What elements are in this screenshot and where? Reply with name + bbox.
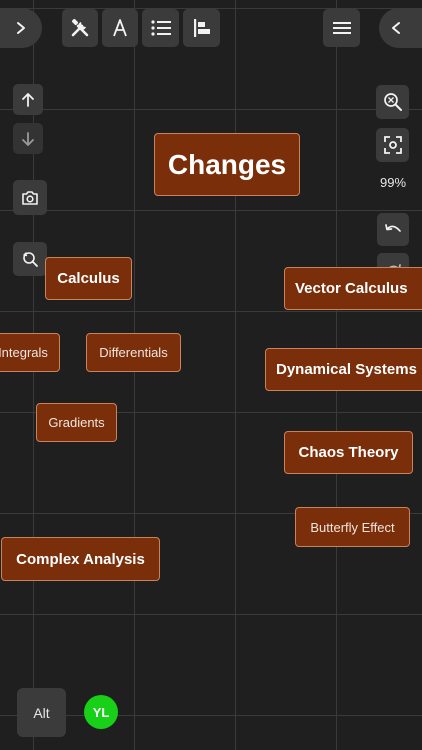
camera-icon bbox=[22, 190, 38, 205]
list-button[interactable] bbox=[142, 9, 179, 47]
node-vector-calculus[interactable]: Vector Calculus bbox=[284, 267, 422, 310]
node-label: Dynamical Systems bbox=[276, 361, 417, 378]
node-label: Integrals bbox=[0, 345, 48, 360]
mind-map-canvas[interactable]: 99% Changes Calculus Vector Calculus Int… bbox=[0, 0, 422, 750]
chevron-right-icon bbox=[17, 22, 25, 34]
zoom-level-label: 99% bbox=[380, 175, 407, 190]
alt-key-button[interactable]: Alt bbox=[17, 688, 66, 737]
node-complex-analysis[interactable]: Complex Analysis bbox=[1, 537, 160, 581]
alt-label: Alt bbox=[33, 704, 50, 721]
tools-icon bbox=[71, 18, 89, 37]
menu-icon bbox=[332, 22, 351, 34]
tools-button[interactable] bbox=[62, 9, 98, 47]
user-avatar[interactable]: YL bbox=[84, 695, 118, 729]
align-left-icon bbox=[193, 19, 210, 37]
text-icon bbox=[113, 19, 127, 37]
node-differentials[interactable]: Differentials bbox=[86, 333, 181, 372]
node-changes[interactable]: Changes bbox=[154, 133, 300, 196]
node-label: Gradients bbox=[48, 415, 105, 430]
zoom-fit-button[interactable] bbox=[376, 85, 409, 119]
focus-center-button[interactable] bbox=[376, 128, 409, 162]
node-label: Complex Analysis bbox=[16, 550, 145, 568]
avatar-initials: YL bbox=[92, 704, 110, 720]
arrow-down-icon bbox=[22, 131, 34, 146]
search-refresh-icon bbox=[23, 252, 38, 267]
expand-left-panel-button[interactable] bbox=[0, 8, 42, 48]
node-calculus[interactable]: Calculus bbox=[45, 257, 132, 300]
node-gradients[interactable]: Gradients bbox=[36, 403, 117, 442]
node-butterfly-effect[interactable]: Butterfly Effect bbox=[295, 507, 410, 547]
focus-frame-icon bbox=[383, 136, 402, 154]
move-down-button[interactable] bbox=[13, 123, 43, 154]
node-label: Vector Calculus bbox=[295, 280, 408, 297]
main-menu-button[interactable] bbox=[323, 9, 360, 47]
node-chaos-theory[interactable]: Chaos Theory bbox=[284, 431, 413, 474]
list-icon bbox=[150, 20, 171, 36]
move-up-button[interactable] bbox=[13, 84, 43, 115]
node-label: Differentials bbox=[99, 345, 168, 360]
undo-icon bbox=[385, 223, 401, 232]
node-label: Calculus bbox=[57, 270, 120, 287]
arrow-up-icon bbox=[22, 92, 34, 107]
node-label: Butterfly Effect bbox=[310, 519, 395, 535]
node-label: Chaos Theory bbox=[298, 444, 399, 461]
undo-button[interactable] bbox=[377, 213, 409, 246]
node-integrals[interactable]: Integrals bbox=[0, 333, 60, 372]
node-label: Changes bbox=[167, 148, 287, 180]
search-replace-button[interactable] bbox=[13, 242, 47, 276]
node-dynamical-systems[interactable]: Dynamical Systems bbox=[265, 348, 422, 391]
text-style-button[interactable] bbox=[102, 9, 138, 47]
expand-right-panel-button[interactable] bbox=[379, 8, 422, 48]
zoom-icon bbox=[383, 93, 402, 111]
screenshot-button[interactable] bbox=[13, 180, 47, 215]
align-button[interactable] bbox=[183, 9, 220, 47]
chevron-left-icon bbox=[392, 22, 400, 34]
